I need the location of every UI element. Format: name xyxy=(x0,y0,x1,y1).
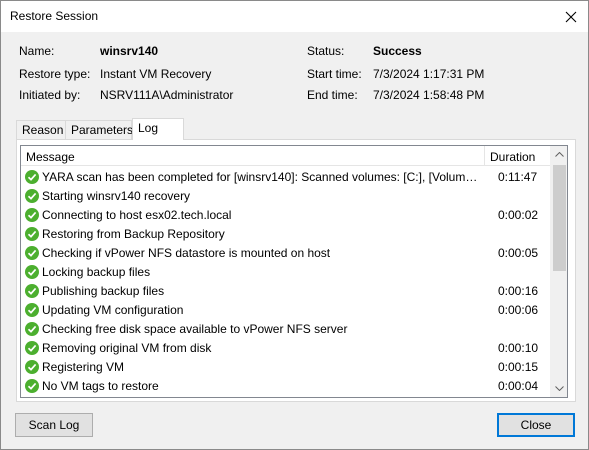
log-row[interactable]: Publishing backup files 0:00:16 xyxy=(21,282,550,301)
log-duration: 0:00:15 xyxy=(498,360,539,374)
name-label: Name: xyxy=(19,44,55,58)
success-check-icon xyxy=(25,265,39,279)
initiated-by-label: Initiated by: xyxy=(19,88,81,102)
log-message: Locking backup files xyxy=(42,265,151,279)
success-check-icon xyxy=(25,303,39,317)
column-header-duration[interactable]: Duration xyxy=(490,150,535,164)
log-message: Removing original VM from disk xyxy=(42,341,212,355)
scan-log-button[interactable]: Scan Log xyxy=(15,413,93,437)
log-duration: 0:11:47 xyxy=(498,170,538,184)
log-list[interactable]: Message Duration YARA scan has been comp… xyxy=(20,145,568,398)
close-button[interactable]: Close xyxy=(497,413,575,437)
start-time-value: 7/3/2024 1:17:31 PM xyxy=(373,67,485,81)
tab-log[interactable]: Log xyxy=(132,118,184,140)
log-duration: 0:00:10 xyxy=(498,341,539,355)
log-message: Restoring from Backup Repository xyxy=(42,227,225,241)
log-tab-panel: Message Duration YARA scan has been comp… xyxy=(16,139,576,402)
log-duration: 0:00:06 xyxy=(498,303,539,317)
log-row[interactable]: Removing original VM from disk 0:00:10 xyxy=(21,339,550,358)
restore-session-dialog: Restore Session Name: winsrv140 Restore … xyxy=(0,0,589,450)
column-divider[interactable] xyxy=(484,146,485,166)
log-row[interactable]: Starting winsrv140 recovery xyxy=(21,187,550,206)
log-row[interactable]: No VM tags to restore 0:00:04 xyxy=(21,377,550,396)
log-row[interactable]: Updating VM configuration 0:00:06 xyxy=(21,301,550,320)
log-duration: 0:00:16 xyxy=(498,284,539,298)
window-title: Restore Session xyxy=(10,9,99,23)
end-time-value: 7/3/2024 1:58:48 PM xyxy=(373,88,485,102)
log-list-header: Message Duration xyxy=(21,146,567,166)
log-row[interactable]: YARA scan has been completed for [winsrv… xyxy=(21,168,550,187)
log-row[interactable]: Checking if vPower NFS datastore is moun… xyxy=(21,244,550,263)
start-time-label: Start time: xyxy=(307,67,362,81)
log-message: Checking free disk space available to vP… xyxy=(42,322,348,336)
vertical-scrollbar[interactable] xyxy=(550,146,567,397)
success-check-icon xyxy=(25,189,39,203)
log-message: Starting winsrv140 recovery xyxy=(42,189,191,203)
scan-log-button-label: Scan Log xyxy=(28,418,80,432)
log-duration: 0:00:02 xyxy=(498,208,539,222)
success-check-icon xyxy=(25,284,39,298)
log-row[interactable]: Checking free disk space available to vP… xyxy=(21,320,550,339)
scroll-up-arrow-icon[interactable] xyxy=(551,146,567,163)
success-check-icon xyxy=(25,379,39,393)
tab-parameters-label: Parameters xyxy=(71,123,134,137)
log-row[interactable]: Locking backup files xyxy=(21,263,550,282)
status-label: Status: xyxy=(307,44,345,58)
log-rows: YARA scan has been completed for [winsrv… xyxy=(21,168,550,396)
log-message: Registering VM xyxy=(42,360,125,374)
log-row[interactable]: Registering VM 0:00:15 xyxy=(21,358,550,377)
column-header-message[interactable]: Message xyxy=(26,150,75,164)
tab-parameters[interactable]: Parameters xyxy=(65,120,134,139)
log-message: Updating VM configuration xyxy=(42,303,184,317)
restore-type-value: Instant VM Recovery xyxy=(100,67,212,81)
title-bar: Restore Session xyxy=(1,1,588,32)
initiated-by-value: NSRV111A\Administrator xyxy=(100,88,234,102)
end-time-label: End time: xyxy=(307,88,358,102)
restore-type-label: Restore type: xyxy=(19,67,91,81)
log-message: Connecting to host esx02.tech.local xyxy=(42,208,232,222)
close-button-label: Close xyxy=(520,418,552,432)
status-value: Success xyxy=(373,44,422,58)
success-check-icon xyxy=(25,360,39,374)
success-check-icon xyxy=(25,170,39,184)
log-duration: 0:00:05 xyxy=(498,246,539,260)
success-check-icon xyxy=(25,341,39,355)
name-value: winsrv140 xyxy=(100,44,159,58)
log-message: Checking if vPower NFS datastore is moun… xyxy=(42,246,331,260)
log-row[interactable]: Connecting to host esx02.tech.local 0:00:… xyxy=(21,206,550,225)
success-check-icon xyxy=(25,208,39,222)
tab-reason-label: Reason xyxy=(22,123,64,137)
log-message: YARA scan has been completed for [winsrv… xyxy=(42,170,482,184)
log-message: Publishing backup files xyxy=(42,284,165,298)
log-row[interactable]: Restoring from Backup Repository xyxy=(21,225,550,244)
log-message: No VM tags to restore xyxy=(42,379,159,393)
success-check-icon xyxy=(25,227,39,241)
success-check-icon xyxy=(25,322,39,336)
tab-reason[interactable]: Reason xyxy=(16,120,66,139)
scrollbar-thumb[interactable] xyxy=(553,165,566,271)
log-duration: 0:00:04 xyxy=(498,379,539,393)
tab-log-label: Log xyxy=(138,121,159,135)
success-check-icon xyxy=(25,246,39,260)
close-icon[interactable] xyxy=(554,1,588,32)
scroll-down-arrow-icon[interactable] xyxy=(551,380,567,397)
